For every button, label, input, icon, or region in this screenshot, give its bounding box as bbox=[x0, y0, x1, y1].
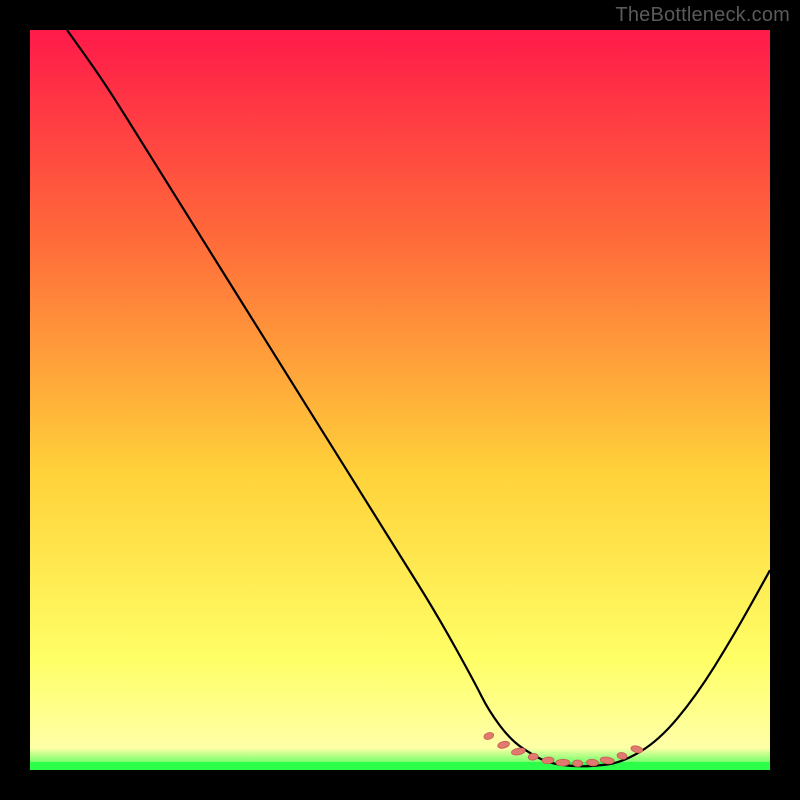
green-baseline-strip bbox=[30, 762, 770, 770]
watermark-text: TheBottleneck.com bbox=[615, 4, 790, 27]
plot-area bbox=[30, 30, 770, 770]
optimal-marker bbox=[556, 759, 570, 766]
chart-frame: TheBottleneck.com bbox=[0, 0, 800, 800]
chart-svg bbox=[30, 30, 770, 770]
optimal-marker bbox=[573, 760, 583, 767]
